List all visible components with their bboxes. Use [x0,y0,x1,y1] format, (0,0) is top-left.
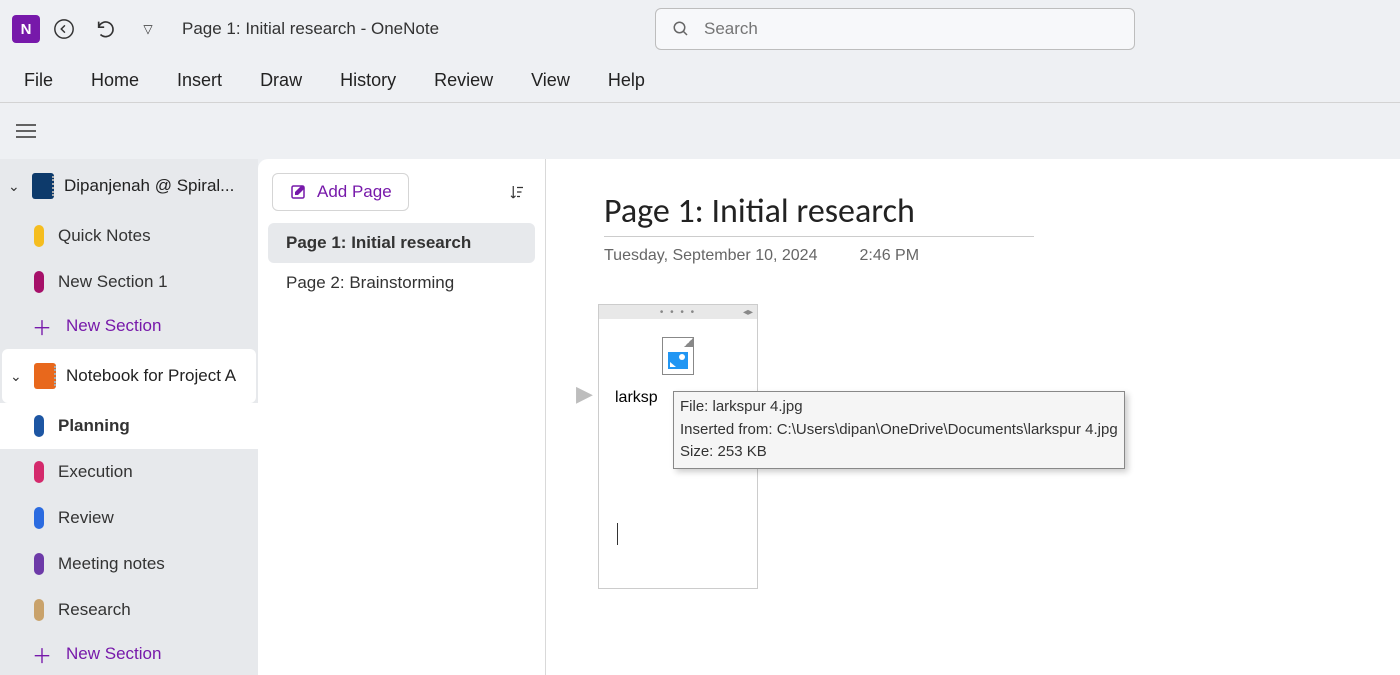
new-section-button[interactable]: ＋ New Section [0,633,258,675]
menu-history[interactable]: History [336,64,400,97]
notebook-row[interactable]: ⌄ Notebook for Project A [2,349,256,403]
chevron-down-icon: ⌄ [8,178,22,195]
section-review[interactable]: Review [0,495,258,541]
page-date: Tuesday, September 10, 2024 [604,247,817,265]
section-color-icon [34,553,44,575]
menu-view[interactable]: View [527,64,574,97]
app-logo-icon: N [12,15,40,43]
search-box[interactable] [655,8,1135,50]
section-color-icon [34,599,44,621]
file-tooltip: File: larkspur 4.jpg Inserted from: C:\U… [673,391,1125,469]
insert-marker-icon: ▶ [576,381,593,407]
menu-file[interactable]: File [20,64,57,97]
menu-insert[interactable]: Insert [173,64,226,97]
section-color-icon [34,225,44,247]
section-execution[interactable]: Execution [0,449,258,495]
section-color-icon [34,507,44,529]
notebook-label: Notebook for Project A [66,366,248,386]
section-label: Execution [58,462,133,482]
section-new-section-1[interactable]: New Section 1 [0,259,258,305]
section-label: Quick Notes [58,226,151,246]
section-color-icon [34,415,44,437]
page-list-item[interactable]: Page 1: Initial research [268,223,535,263]
menu-help[interactable]: Help [604,64,649,97]
notebook-row[interactable]: ⌄ Dipanjenah @ Spiral... [0,159,258,213]
sort-pages-button[interactable] [503,178,531,206]
menu-draw[interactable]: Draw [256,64,306,97]
window-title: Page 1: Initial research - OneNote [182,19,439,39]
hamburger-toggle[interactable] [10,115,42,147]
page-title[interactable]: Page 1: Initial research [604,191,1342,232]
section-label: New Section 1 [58,272,168,292]
undo-button[interactable] [88,11,124,47]
section-color-icon [34,461,44,483]
section-label: Review [58,508,114,528]
search-icon [672,20,690,38]
sort-icon [508,183,526,201]
notebook-icon [32,173,54,199]
section-label: Research [58,600,131,620]
pages-pane: Add Page Page 1: Initial research Page 2… [258,159,546,675]
section-research[interactable]: Research [0,587,258,633]
section-planning[interactable]: Planning [0,403,258,449]
plus-icon: ＋ [32,312,52,341]
plus-icon: ＋ [32,640,52,669]
title-underline [604,236,1034,237]
menu-review[interactable]: Review [430,64,497,97]
section-label: Meeting notes [58,554,165,574]
quick-access-dropdown[interactable]: ▽ [130,11,166,47]
section-meeting-notes[interactable]: Meeting notes [0,541,258,587]
text-cursor [617,523,618,545]
section-color-icon [34,271,44,293]
notebooks-sidebar: ⌄ Dipanjenah @ Spiral... Quick Notes New… [0,159,258,675]
menu-bar: File Home Insert Draw History Review Vie… [0,58,1400,103]
add-page-button[interactable]: Add Page [272,173,409,211]
note-canvas[interactable]: Page 1: Initial research Tuesday, Septem… [546,159,1400,675]
notebook-icon [34,363,56,389]
chevron-down-icon: ⌄ [10,368,24,385]
file-attachment-icon[interactable] [662,337,694,375]
add-page-icon [289,183,307,201]
menu-home[interactable]: Home [87,64,143,97]
back-button[interactable] [46,11,82,47]
note-container-handle[interactable]: • • • • ◂▸ [599,305,757,319]
search-input[interactable] [704,19,1118,39]
notebook-label: Dipanjenah @ Spiral... [64,176,250,196]
section-quick-notes[interactable]: Quick Notes [0,213,258,259]
page-time: 2:46 PM [859,247,919,265]
page-list-item[interactable]: Page 2: Brainstorming [268,263,535,303]
new-section-button[interactable]: ＋ New Section [0,305,258,347]
section-label: Planning [58,416,130,436]
